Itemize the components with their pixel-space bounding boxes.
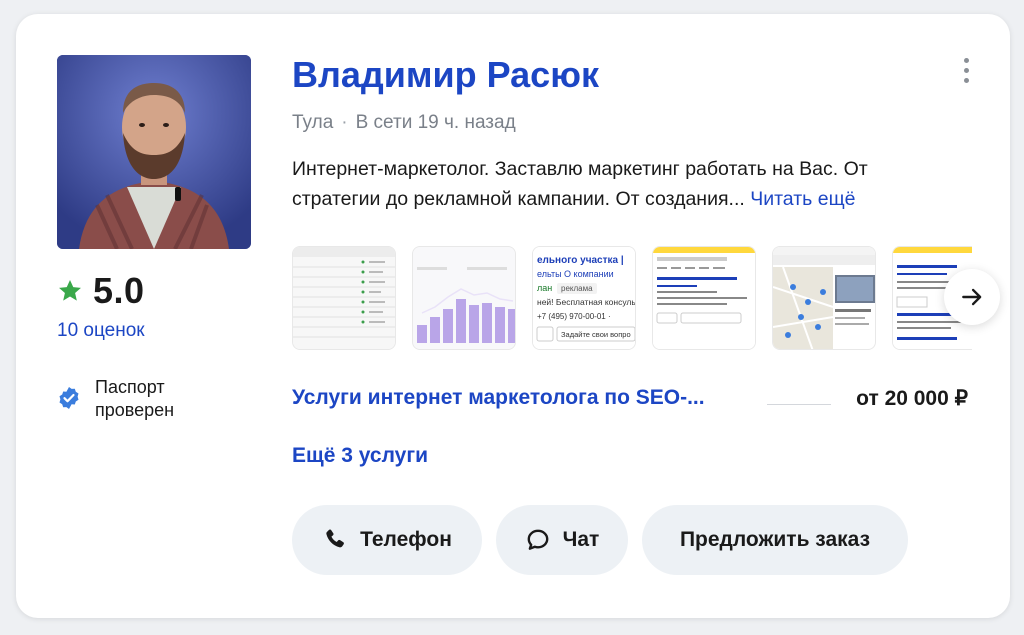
gallery-thumb[interactable]: ельного участка | ельты О компании лан р… bbox=[532, 246, 636, 350]
service-price: от 20 000 ₽ bbox=[856, 387, 968, 410]
svg-text:ней! Бесплатная консульт: ней! Бесплатная консульт bbox=[537, 297, 636, 307]
avatar-photo bbox=[57, 55, 251, 249]
star-icon bbox=[59, 279, 81, 301]
table-screenshot bbox=[293, 247, 395, 349]
more-services-link[interactable]: Ещё 3 услуги bbox=[292, 444, 428, 468]
chat-button-label: Чат bbox=[562, 528, 600, 551]
phone-button-label: Телефон bbox=[360, 528, 452, 551]
svg-text:+7 (495) 970-00-01 ·: +7 (495) 970-00-01 · bbox=[537, 312, 611, 321]
bar-chart-screenshot bbox=[413, 247, 515, 349]
chat-icon bbox=[527, 529, 549, 550]
online-status: В сети 19 ч. назад bbox=[355, 112, 516, 133]
reviews-link[interactable]: 10 оценок bbox=[57, 320, 145, 342]
svg-text:ельты О компании: ельты О компании bbox=[537, 269, 614, 279]
specialist-description: Интернет-маркетолог. Заставлю маркетинг … bbox=[292, 154, 952, 214]
propose-order-button[interactable]: Предложить заказ bbox=[642, 505, 908, 575]
service-title[interactable]: Услуги интернет маркетолога по SEO-... bbox=[292, 386, 705, 410]
svg-text:реклама: реклама bbox=[561, 284, 593, 293]
verified-badge-icon bbox=[59, 387, 79, 409]
service-row[interactable]: Услуги интернет маркетолога по SEO-... о… bbox=[292, 386, 972, 416]
svg-text:ельного участка |: ельного участка | bbox=[537, 255, 624, 266]
ad-screenshot: ельного участка | ельты О компании лан р… bbox=[533, 247, 636, 349]
phone-button[interactable]: Телефон bbox=[292, 505, 482, 575]
map-screenshot bbox=[773, 247, 875, 349]
search-screenshot bbox=[653, 247, 755, 349]
rating: 5.0 bbox=[57, 270, 145, 312]
propose-order-label: Предложить заказ bbox=[679, 528, 871, 551]
chat-button[interactable]: Чат bbox=[496, 505, 628, 575]
rating-value: 5.0 bbox=[93, 270, 145, 311]
specialist-card: 5.0 10 оценок Паспорт проверен Владимир … bbox=[16, 14, 1010, 618]
service-leader-line bbox=[767, 404, 831, 405]
meta-separator: · bbox=[341, 112, 348, 133]
passport-verified: Паспорт проверен bbox=[57, 376, 215, 422]
action-buttons: Телефон Чат Предложить заказ bbox=[292, 505, 908, 575]
svg-text:лан: лан bbox=[537, 283, 552, 293]
arrow-right-icon bbox=[962, 288, 982, 306]
passport-label: Паспорт проверен bbox=[95, 377, 175, 420]
gallery-thumb[interactable] bbox=[772, 246, 876, 350]
portfolio-gallery: ельного участка | ельты О компании лан р… bbox=[292, 246, 972, 350]
avatar[interactable] bbox=[57, 55, 251, 249]
gallery-thumb[interactable] bbox=[652, 246, 756, 350]
gallery-thumb[interactable] bbox=[412, 246, 516, 350]
more-menu-icon[interactable] bbox=[956, 56, 976, 84]
gallery-thumb[interactable] bbox=[292, 246, 396, 350]
gallery-next-button[interactable] bbox=[944, 269, 1000, 325]
city: Тула bbox=[292, 112, 334, 133]
read-more-link[interactable]: Читать ещё bbox=[750, 188, 855, 210]
phone-icon bbox=[326, 529, 345, 548]
svg-text:Задайте свои вопро: Задайте свои вопро bbox=[561, 330, 631, 339]
specialist-meta: Тула · В сети 19 ч. назад bbox=[292, 112, 516, 134]
specialist-name[interactable]: Владимир Расюк bbox=[292, 54, 599, 96]
